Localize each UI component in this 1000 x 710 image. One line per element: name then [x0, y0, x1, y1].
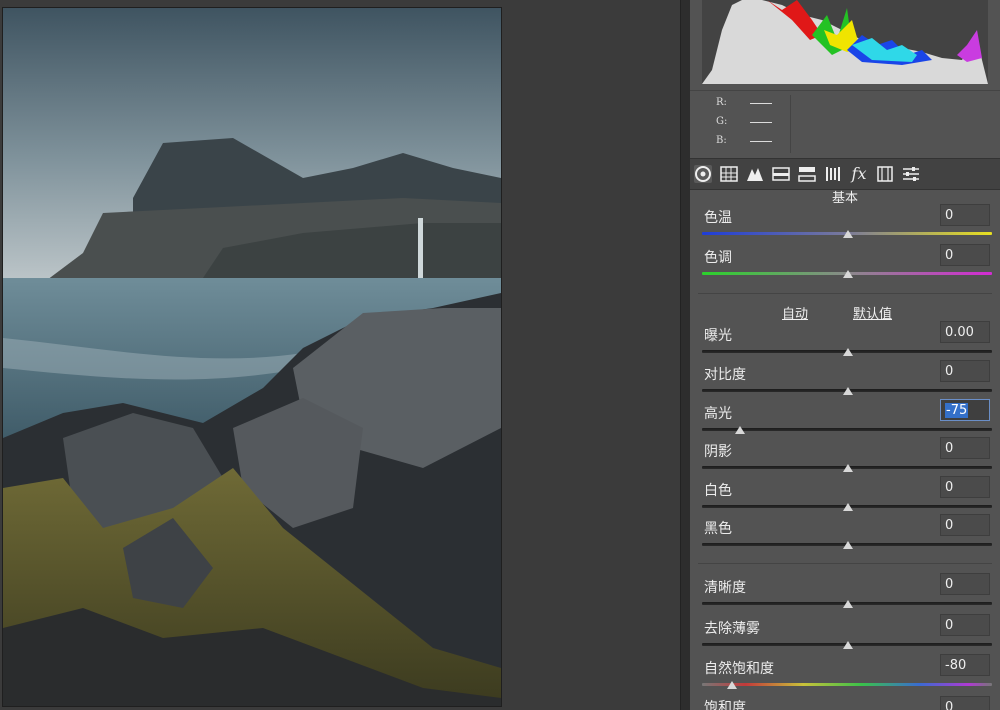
- r-value: [750, 103, 772, 104]
- lens-icon[interactable]: [824, 165, 842, 183]
- shadows-input[interactable]: 0: [940, 437, 990, 459]
- temperature-thumb[interactable]: [843, 230, 853, 238]
- r-label: R:: [716, 97, 727, 108]
- split-toning-icon[interactable]: [798, 165, 816, 183]
- whites-label: 白色: [704, 483, 732, 499]
- landscape-photo: [3, 8, 501, 706]
- default-button[interactable]: 默认值: [853, 303, 892, 322]
- aperture-icon[interactable]: [694, 165, 712, 183]
- b-value: [750, 141, 772, 142]
- hsl-icon[interactable]: [772, 165, 790, 183]
- temperature-input[interactable]: 0: [940, 204, 990, 226]
- section-separator: [698, 563, 992, 564]
- saturation-label: 饱和度: [704, 700, 746, 710]
- exposure-thumb[interactable]: [843, 348, 853, 356]
- saturation-input[interactable]: 0: [940, 696, 990, 710]
- panel-divider[interactable]: [680, 0, 690, 710]
- clarity-input[interactable]: 0: [940, 573, 990, 595]
- whites-input[interactable]: 0: [940, 476, 990, 498]
- presets-icon[interactable]: [902, 165, 920, 183]
- exposure-label: 曝光: [704, 328, 732, 344]
- g-label: G:: [716, 116, 728, 127]
- blacks-label: 黑色: [704, 521, 732, 537]
- tone-curve-icon[interactable]: [720, 165, 738, 183]
- exposure-input[interactable]: 0.00: [940, 321, 990, 343]
- fx-icon[interactable]: fx: [850, 165, 868, 183]
- camera-raw-panel: R: G: B: fx 基本 色温 0 色调 0 自动 默认值 曝光 0.00 …: [690, 0, 1000, 710]
- clarity-thumb[interactable]: [843, 600, 853, 608]
- contrast-thumb[interactable]: [843, 387, 853, 395]
- highlights-value: -75: [945, 403, 969, 418]
- calibration-icon[interactable]: [876, 165, 894, 183]
- rgb-readout: R: G: B:: [690, 90, 1000, 155]
- b-label: B:: [716, 135, 727, 146]
- blacks-input[interactable]: 0: [940, 514, 990, 536]
- tint-label: 色调: [704, 250, 732, 266]
- vibrance-label: 自然饱和度: [704, 661, 774, 677]
- dehaze-thumb[interactable]: [843, 641, 853, 649]
- shadows-thumb[interactable]: [843, 464, 853, 472]
- detail-icon[interactable]: [746, 165, 764, 183]
- g-value: [750, 122, 772, 123]
- histogram: [702, 0, 988, 84]
- vibrance-slider[interactable]: [702, 683, 992, 686]
- highlights-label: 高光: [704, 406, 732, 422]
- shadows-label: 阴影: [704, 444, 732, 460]
- vibrance-thumb[interactable]: [727, 681, 737, 689]
- vibrance-input[interactable]: -80: [940, 654, 990, 676]
- auto-button[interactable]: 自动: [782, 303, 808, 322]
- highlights-input[interactable]: -75: [940, 399, 990, 421]
- photo-preview[interactable]: [2, 7, 502, 707]
- contrast-input[interactable]: 0: [940, 360, 990, 382]
- panel-tab-toolbar: fx: [690, 158, 1000, 190]
- tint-thumb[interactable]: [843, 270, 853, 278]
- section-separator: [698, 293, 992, 294]
- temperature-label: 色温: [704, 210, 732, 226]
- whites-thumb[interactable]: [843, 503, 853, 511]
- histogram-graph: [702, 0, 988, 84]
- dehaze-label: 去除薄雾: [704, 621, 760, 637]
- dehaze-input[interactable]: 0: [940, 614, 990, 636]
- blacks-thumb[interactable]: [843, 541, 853, 549]
- clarity-label: 清晰度: [704, 580, 746, 596]
- readout-separator: [790, 95, 791, 153]
- highlights-thumb[interactable]: [735, 426, 745, 434]
- contrast-label: 对比度: [704, 367, 746, 383]
- image-canvas-area: [0, 0, 680, 710]
- highlights-slider[interactable]: [702, 428, 992, 431]
- tint-input[interactable]: 0: [940, 244, 990, 266]
